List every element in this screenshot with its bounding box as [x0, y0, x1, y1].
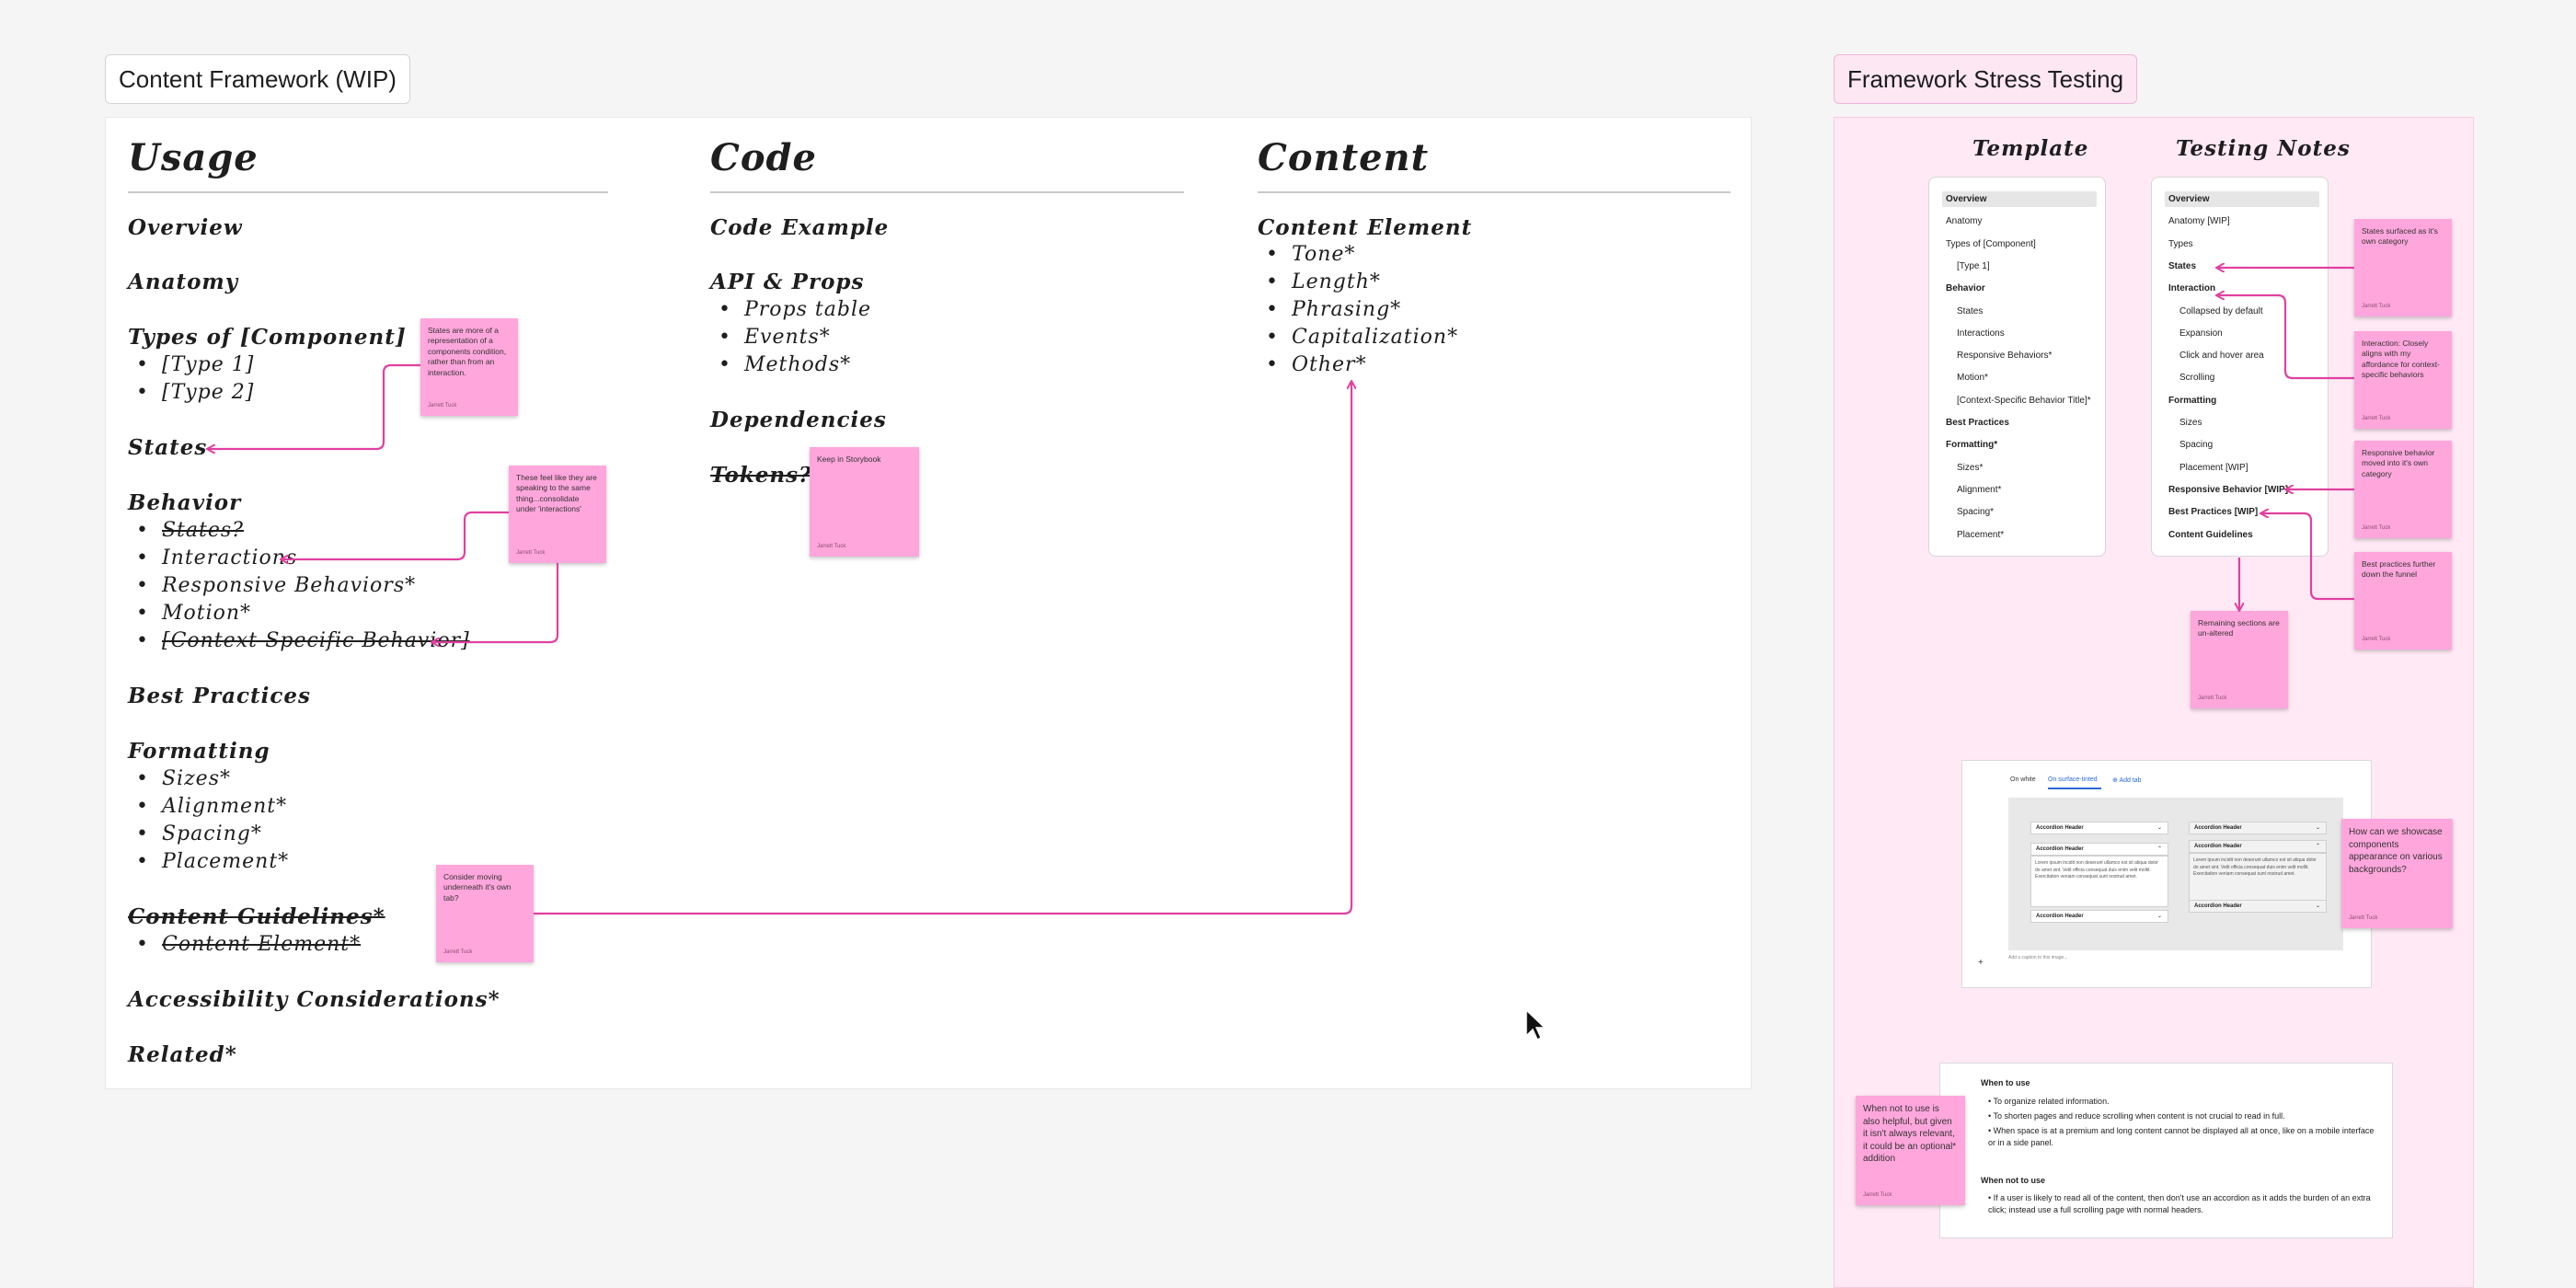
connector-context-behavior	[432, 563, 559, 642]
connector-interactions	[282, 511, 509, 559]
connector-content-guidelines	[534, 382, 1351, 915]
mouse-cursor-icon	[1525, 1008, 1547, 1041]
connector-interaction	[2217, 295, 2354, 380]
connector-states	[208, 363, 420, 449]
connector-best-practices	[2261, 513, 2354, 601]
connector-layer	[0, 0, 2354, 915]
